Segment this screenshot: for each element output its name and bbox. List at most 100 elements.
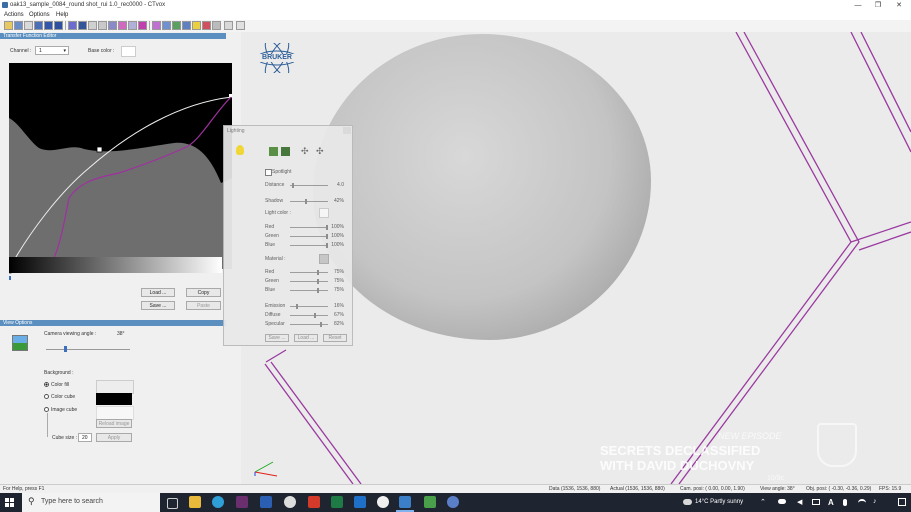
tray-speaker-icon[interactable]: ♪	[873, 498, 877, 505]
lighting-reset-button[interactable]: Reset	[323, 334, 347, 342]
rotate-icon[interactable]	[68, 21, 77, 30]
camera-angle-track[interactable]	[46, 346, 130, 352]
maximize-button[interactable]: ❐	[868, 1, 888, 10]
material-blue-slider[interactable]	[290, 288, 328, 293]
light-target-icon[interactable]	[281, 147, 290, 156]
material-blue-slider-thumb[interactable]	[317, 288, 319, 293]
light-green-slider-thumb[interactable]	[326, 234, 328, 239]
move-icon[interactable]	[88, 21, 97, 30]
shadow-slider[interactable]	[290, 199, 328, 204]
weather-text[interactable]: 14°C Partly sunny	[695, 499, 743, 505]
measure-icon[interactable]	[108, 21, 117, 30]
base-color-swatch[interactable]	[121, 46, 136, 57]
file-explorer-icon[interactable]	[189, 496, 201, 508]
tray-wifi-icon[interactable]	[858, 499, 866, 507]
radio-color-fill[interactable]	[44, 382, 49, 387]
tray-language-icon[interactable]: A	[828, 498, 834, 507]
light-green-slider[interactable]	[290, 234, 328, 239]
tf-control-point[interactable]	[96, 146, 103, 153]
ctvox-icon[interactable]	[399, 496, 411, 508]
image-icon[interactable]	[172, 21, 181, 30]
help-icon[interactable]	[236, 21, 245, 30]
flip-icon[interactable]	[224, 21, 233, 30]
outlook-icon[interactable]	[354, 496, 366, 508]
script-icon[interactable]	[202, 21, 211, 30]
windows-start-icon[interactable]	[5, 498, 14, 507]
light-blue-slider[interactable]	[290, 243, 328, 248]
cube-size-input[interactable]: 20	[78, 433, 92, 442]
camera-icon[interactable]	[128, 21, 137, 30]
distance-slider-thumb[interactable]	[291, 183, 294, 188]
shape-icon[interactable]	[54, 21, 63, 30]
app-icon[interactable]	[377, 496, 389, 508]
distance-slider[interactable]	[290, 183, 328, 188]
clip-icon[interactable]	[118, 21, 127, 30]
lighting-save-button[interactable]: Save ...	[265, 334, 289, 342]
gradient-marker[interactable]	[9, 276, 11, 280]
film-icon[interactable]	[212, 21, 221, 30]
notifications-icon[interactable]	[898, 498, 906, 506]
material-color-swatch[interactable]	[319, 254, 329, 264]
menu-help[interactable]: Help	[56, 12, 68, 18]
copy-tf-button[interactable]: Copy	[186, 288, 221, 297]
save-icon[interactable]	[14, 21, 23, 30]
tray-mic-icon[interactable]	[843, 499, 847, 506]
radio-color-cube[interactable]	[44, 394, 49, 399]
crosshair-icon[interactable]: ✣	[316, 147, 324, 156]
light-icon[interactable]	[192, 21, 201, 30]
material-red-slider-thumb[interactable]	[317, 270, 319, 275]
close-icon[interactable]	[343, 127, 351, 134]
apply-button[interactable]: Apply	[96, 433, 132, 442]
tray-onedrive-icon[interactable]	[778, 499, 786, 504]
cube-icon[interactable]	[34, 21, 43, 30]
color-icon[interactable]	[138, 21, 147, 30]
diffuse-slider[interactable]	[290, 313, 328, 318]
acrobat-icon[interactable]	[308, 496, 320, 508]
tf-control-point[interactable]	[229, 94, 232, 97]
cube-color-swatch[interactable]	[96, 393, 132, 405]
zoom-icon[interactable]	[98, 21, 107, 30]
edge-icon[interactable]	[212, 496, 224, 508]
material-green-slider[interactable]	[290, 279, 328, 284]
shadow-slider-thumb[interactable]	[305, 199, 308, 204]
task-view-icon[interactable]	[167, 498, 178, 509]
crosshair-icon[interactable]: ✣	[301, 147, 309, 156]
app-icon[interactable]	[424, 496, 436, 508]
render-icon[interactable]	[44, 21, 53, 30]
export-icon[interactable]	[24, 21, 33, 30]
reload-image-button[interactable]: Reload image	[96, 419, 132, 428]
chart-icon[interactable]	[162, 21, 171, 30]
light-position-icon[interactable]	[269, 147, 278, 156]
fill-color-swatch[interactable]	[96, 380, 134, 394]
channel-select[interactable]: 1 ▾	[35, 46, 69, 55]
tray-network-icon[interactable]	[812, 499, 820, 505]
material-green-slider-thumb[interactable]	[317, 279, 319, 284]
material-red-slider[interactable]	[290, 270, 328, 275]
light-color-swatch[interactable]	[319, 208, 329, 218]
menu-options[interactable]: Options	[29, 12, 50, 18]
menu-actions[interactable]: Actions	[4, 12, 24, 18]
specular-slider[interactable]	[290, 322, 328, 327]
light-red-slider-thumb[interactable]	[326, 225, 328, 230]
lighting-load-button[interactable]: Load ...	[294, 334, 318, 342]
pan-icon[interactable]	[78, 21, 87, 30]
diffuse-slider-thumb[interactable]	[314, 313, 317, 318]
spotlight-checkbox[interactable]	[265, 169, 272, 176]
paste-tf-button[interactable]: Paste	[186, 301, 221, 310]
camera-angle-thumb[interactable]	[64, 346, 68, 352]
taskbar-search-box[interactable]: ⚲ Type here to search	[22, 493, 160, 512]
transfer-function-graph[interactable]	[9, 63, 232, 269]
slack-icon[interactable]	[236, 496, 248, 508]
grid-icon[interactable]	[182, 21, 191, 30]
app-icon[interactable]	[447, 496, 459, 508]
close-button[interactable]: ✕	[889, 1, 909, 10]
radio-image-cube[interactable]	[44, 407, 49, 412]
minimize-button[interactable]: —	[848, 1, 868, 10]
excel-icon[interactable]	[331, 496, 343, 508]
word-icon[interactable]	[260, 496, 272, 508]
emission-slider-thumb[interactable]	[295, 304, 298, 309]
tray-volume-icon[interactable]: ◀	[797, 498, 802, 506]
save-tf-button[interactable]: Save ...	[141, 301, 175, 310]
light-blue-slider-thumb[interactable]	[326, 243, 328, 248]
load-tf-button[interactable]: Load ...	[141, 288, 175, 297]
